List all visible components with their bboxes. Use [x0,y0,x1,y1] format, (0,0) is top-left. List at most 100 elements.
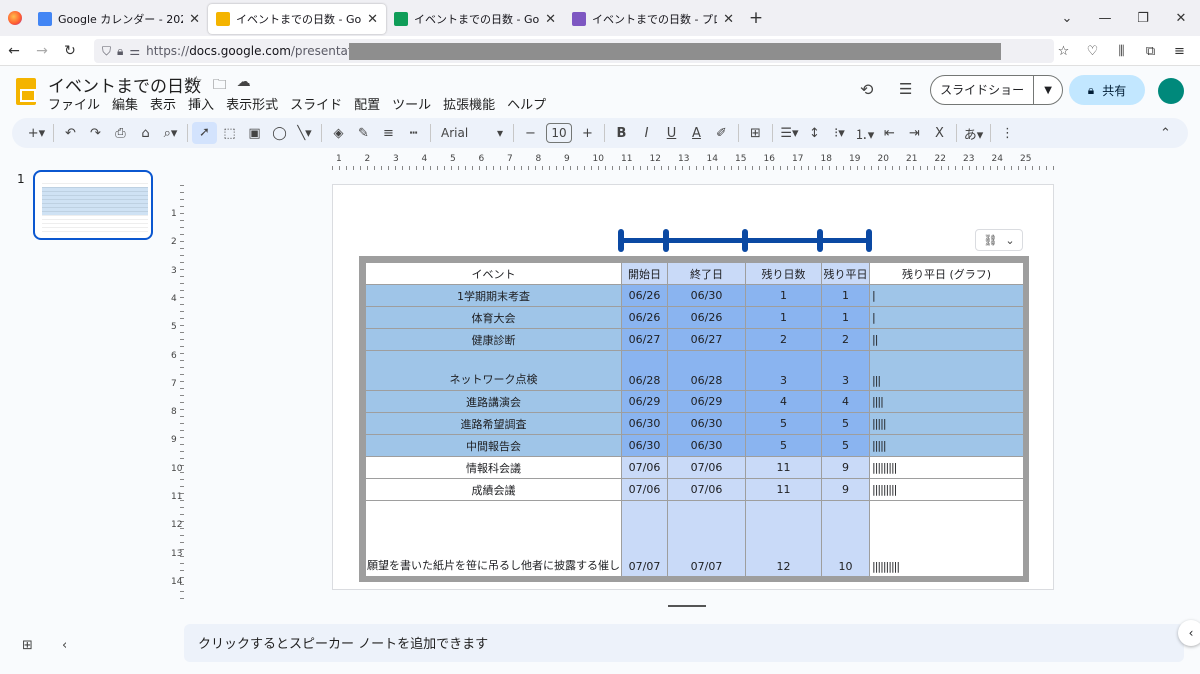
vertical-ruler[interactable]: 1 2 3 4 5 6 7 8 9 10 11 12 13 14 [170,185,184,605]
undo-icon[interactable]: ↶ [58,126,83,141]
menu-view[interactable]: 表示 [150,94,182,113]
remaining-weekdays-cell[interactable]: 9 [821,456,870,479]
increase-font-size-icon[interactable]: + [575,126,600,141]
header-cell[interactable]: 残り平日 (グラフ) [869,262,1024,285]
end-date-cell[interactable]: 06/30 [667,284,746,307]
slideshow-button[interactable]: スライドショー ▼ [930,75,1063,105]
header-cell[interactable]: イベント [365,262,622,285]
close-window-icon[interactable]: ✕ [1162,11,1200,26]
fill-color-icon[interactable]: ◈ [326,126,351,141]
start-date-cell[interactable]: 07/06 [621,478,668,501]
horizontal-ruler[interactable]: 1 2 3 4 5 6 7 8 9 10 11 12 13 14 15 16 17 18 19 20 21 22 23 24 2… [332,154,1054,170]
weekday-graph-cell[interactable]: ||||| [869,434,1024,457]
remaining-days-cell[interactable]: 5 [745,434,822,457]
header-cell[interactable]: 残り平日 [821,262,870,285]
comments-icon[interactable]: ☰ [899,80,912,98]
remaining-days-cell[interactable]: 5 [745,412,822,435]
text-color-icon[interactable]: A [684,126,709,141]
event-name-cell[interactable]: 進路講演会 [365,390,622,413]
library-icon[interactable]: ⫼ [1107,44,1136,59]
collapse-filmstrip-icon[interactable]: ‹ [62,638,67,653]
menu-edit[interactable]: 編集 [112,94,144,113]
start-date-cell[interactable]: 06/26 [621,284,668,307]
header-cell[interactable]: 終了日 [667,262,746,285]
browser-tab-slides[interactable]: イベントまでの日数 - Google スライ ✕ [208,4,386,34]
insert-link-icon[interactable]: ⊞ [743,126,768,141]
weekday-graph-cell[interactable]: | [869,306,1024,329]
menu-insert[interactable]: 挿入 [188,94,220,113]
browser-tab-calendar[interactable]: Google カレンダー - 2023年 6月 2 ✕ [30,4,208,34]
new-slide-icon[interactable]: +▾ [24,126,49,141]
underline-icon[interactable]: U [659,126,684,141]
decrease-font-size-icon[interactable]: − [518,126,543,141]
lock-icon[interactable]: 🔒︎ [117,44,123,59]
linked-object-chip[interactable]: ⛓ ⌄ [975,229,1023,251]
end-date-cell[interactable]: 07/07 [667,500,746,577]
font-select[interactable]: Arial ▾ [435,126,509,140]
menu-slide[interactable]: スライド [290,94,348,113]
event-name-cell[interactable]: 進路希望調査 [365,412,622,435]
forward-icon[interactable]: → [28,43,56,59]
new-tab-button[interactable]: + [742,8,770,28]
remaining-weekdays-cell[interactable]: 5 [821,434,870,457]
align-icon[interactable]: ☰▾ [777,126,802,141]
start-date-cell[interactable]: 06/26 [621,306,668,329]
remaining-days-cell[interactable]: 11 [745,456,822,479]
event-name-cell[interactable]: 中間報告会 [365,434,622,457]
minimize-icon[interactable]: — [1086,11,1124,26]
event-name-cell[interactable]: 体育大会 [365,306,622,329]
start-date-cell[interactable]: 07/06 [621,456,668,479]
share-button[interactable]: 🔒︎ 共有 [1069,75,1145,105]
slideshow-dropdown-icon[interactable]: ▼ [1034,85,1062,96]
weekday-graph-cell[interactable]: || [869,328,1024,351]
slides-logo-icon[interactable] [16,78,36,105]
version-history-icon[interactable]: ⟲ [860,80,873,99]
menu-help[interactable]: ヘルプ [507,94,552,113]
weekday-graph-cell[interactable]: |||| [869,390,1024,413]
extensions-icon[interactable]: ⧉ [1136,44,1165,59]
weekday-graph-cell[interactable]: ||||||||| [869,478,1024,501]
shape-icon[interactable]: ◯ [267,126,292,141]
remaining-weekdays-cell[interactable]: 10 [821,500,870,577]
close-tab-icon[interactable]: ✕ [367,12,378,27]
account-avatar[interactable] [1158,78,1184,104]
more-options-icon[interactable]: ⋮ [995,126,1020,141]
remaining-days-cell[interactable]: 2 [745,328,822,351]
increase-indent-icon[interactable]: ⇥ [902,126,927,141]
firefox-logo-icon[interactable] [0,0,30,36]
menu-format[interactable]: 表示形式 [226,94,284,113]
restore-icon[interactable]: ❐ [1124,11,1162,26]
menu-icon[interactable]: ≡ [1165,44,1194,59]
border-color-icon[interactable]: ✎ [351,126,376,141]
menu-extensions[interactable]: 拡張機能 [443,94,501,113]
table-selection-frame[interactable]: イベント 開始日 終了日 残り日数 残り平日 残り平日 (グラフ) 1学期期末考… [359,256,1029,582]
remaining-weekdays-cell[interactable]: 4 [821,390,870,413]
remaining-days-cell[interactable]: 4 [745,390,822,413]
slide-thumbnail[interactable] [33,170,153,240]
remaining-days-cell[interactable]: 12 [745,500,822,577]
side-panel-toggle-icon[interactable]: ‹ [1178,620,1200,646]
bulleted-list-icon[interactable]: ⁝▾ [827,126,852,141]
redo-icon[interactable]: ↷ [83,126,108,141]
start-date-cell[interactable]: 06/28 [621,350,668,391]
image-icon[interactable]: ▣ [242,126,267,141]
numbered-list-icon[interactable]: ⒈▾ [852,124,877,143]
start-date-cell[interactable]: 07/07 [621,500,668,577]
events-table[interactable]: イベント 開始日 終了日 残り日数 残り平日 残り平日 (グラフ) 1学期期末考… [365,262,1024,577]
tab-list-icon[interactable]: ⌄ [1048,11,1086,26]
speaker-notes[interactable]: クリックするとスピーカー ノートを追加できます [184,624,1184,662]
browser-tab-project[interactable]: イベントまでの日数 - プロジェクト編 ✕ [564,4,742,34]
highlight-icon[interactable]: ✐ [709,126,734,141]
end-date-cell[interactable]: 06/28 [667,350,746,391]
remaining-days-cell[interactable]: 3 [745,350,822,391]
remaining-weekdays-cell[interactable]: 1 [821,284,870,307]
back-icon[interactable]: ← [0,43,28,59]
timeline-shape[interactable] [618,229,872,252]
collapse-toolbar-icon[interactable]: ⌃ [1153,126,1178,141]
start-date-cell[interactable]: 06/30 [621,412,668,435]
remaining-days-cell[interactable]: 1 [745,284,822,307]
italic-icon[interactable]: I [634,126,659,141]
event-name-cell[interactable]: 成績会議 [365,478,622,501]
border-dash-icon[interactable]: ┅ [401,126,426,141]
remaining-weekdays-cell[interactable]: 2 [821,328,870,351]
